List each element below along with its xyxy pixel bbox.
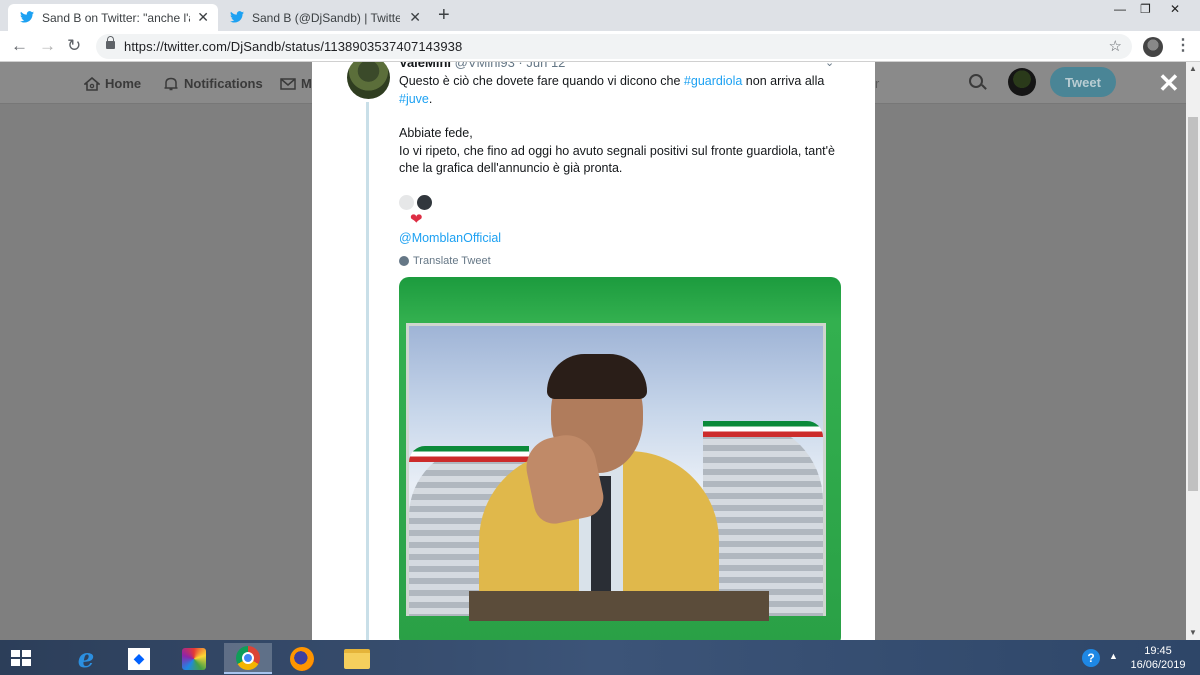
twitter-bird-icon	[230, 11, 244, 23]
lock-icon	[106, 36, 115, 49]
nav-notifications[interactable]: Notifications	[163, 76, 263, 91]
scroll-thumb[interactable]	[1188, 117, 1198, 491]
search-icon[interactable]	[969, 74, 983, 88]
hashtag-guardiola[interactable]: #guardiola	[684, 74, 742, 88]
home-icon	[84, 76, 100, 91]
window-close-button[interactable]: ✕	[1170, 2, 1180, 16]
red-heart-icon: ❤	[410, 211, 423, 228]
search-placeholder-fragment[interactable]: r	[875, 76, 879, 91]
tweet-text-part: non arriva alla	[742, 74, 825, 88]
clock-time: 19:45	[1144, 645, 1172, 657]
mention-link[interactable]: @MomblanOfficial	[399, 231, 501, 245]
profile-avatar[interactable]	[1143, 37, 1163, 57]
tweet-header: ValeMini @VMini93 · Jun 12	[399, 62, 565, 70]
clock-date: 16/06/2019	[1130, 659, 1186, 671]
compose-tweet-button[interactable]: Tweet	[1050, 67, 1116, 97]
tab-profile[interactable]: Sand B (@DjSandb) | Twitter ✕	[218, 4, 430, 31]
chrome-icon	[236, 645, 260, 670]
scroll-down-arrow-icon[interactable]: ▼	[1189, 628, 1197, 637]
internet-explorer-icon: e	[77, 643, 95, 674]
close-overlay-icon[interactable]: ✕	[1158, 70, 1180, 96]
firefox-icon	[290, 646, 314, 671]
tweet-author-avatar[interactable]	[347, 62, 390, 99]
browser-menu-icon[interactable]: ⋮	[1175, 35, 1191, 55]
back-button[interactable]: ←	[11, 36, 28, 56]
tab-close-icon[interactable]: ✕	[197, 9, 209, 26]
minimize-button[interactable]: —	[1114, 2, 1126, 16]
presenter-hair	[547, 354, 647, 399]
tab-title: Sand B (@DjSandb) | Twitter	[252, 10, 400, 25]
browser-toolbar: ← → ↻ https://twitter.com/DjSandb/status…	[0, 31, 1200, 62]
new-tab-button[interactable]: +	[438, 5, 450, 25]
folder-icon	[344, 648, 370, 669]
stadium-right-graphic	[703, 421, 823, 616]
taskbar-ie[interactable]: e	[62, 643, 110, 674]
paint-app-icon	[182, 647, 206, 670]
tweet-text: Questo è ciò che dovete fare quando vi d…	[399, 73, 839, 178]
bell-icon	[164, 77, 178, 90]
globe-icon	[399, 256, 409, 266]
help-tray-icon[interactable]: ?	[1082, 649, 1100, 667]
dropbox-icon: ◆	[128, 647, 150, 670]
forward-button[interactable]: →	[39, 36, 56, 56]
tab-tweet[interactable]: Sand B on Twitter: "anche l'avvis ✕	[8, 4, 218, 31]
windows-start-icon[interactable]	[11, 650, 31, 666]
user-avatar[interactable]	[1008, 68, 1036, 96]
windows-taskbar: e ◆ ? ▲ 19:45 16/06/2019	[0, 640, 1200, 675]
url-text[interactable]: https://twitter.com/DjSandb/status/11389…	[124, 39, 462, 54]
nav-notifications-label: Notifications	[184, 76, 263, 91]
tweet-media-image[interactable]	[399, 277, 841, 640]
tweet-card: ValeMini @VMini93 · Jun 12 ⌄ Questo è ci…	[312, 62, 875, 640]
taskbar-paint[interactable]	[170, 643, 218, 674]
nav-messages-label: M	[301, 76, 312, 91]
twitter-bird-icon	[20, 11, 34, 23]
tweet-author-handle[interactable]: @VMini93 · Jun 12	[455, 62, 566, 70]
page-scrollbar[interactable]: ▲ ▼	[1186, 62, 1200, 640]
reload-button[interactable]: ↻	[67, 36, 81, 56]
tab-close-icon[interactable]: ✕	[409, 9, 421, 26]
tweet-text-line: Abbiate fede,	[399, 126, 473, 140]
chevron-down-icon[interactable]: ⌄	[825, 62, 834, 69]
taskbar-chrome[interactable]	[224, 643, 272, 674]
tweet-author-name[interactable]: ValeMini	[399, 62, 451, 70]
italian-flag-stripe-left	[409, 446, 529, 462]
taskbar-firefox[interactable]	[278, 643, 326, 674]
translate-label: Translate Tweet	[413, 255, 491, 267]
restore-button[interactable]: ❐	[1140, 2, 1151, 16]
white-circle-icon	[399, 195, 414, 210]
nav-home[interactable]: Home	[84, 76, 141, 91]
media-scene	[406, 323, 826, 621]
envelope-icon	[280, 77, 296, 90]
tweet-text-part: Questo è ciò che dovete fare quando vi d…	[399, 74, 684, 88]
browser-titlebar: Sand B on Twitter: "anche l'avvis ✕ Sand…	[0, 0, 1200, 31]
nav-messages[interactable]: M	[280, 76, 312, 91]
black-circle-icon	[417, 195, 432, 210]
scroll-up-arrow-icon[interactable]: ▲	[1189, 64, 1197, 73]
translate-tweet-link[interactable]: Translate Tweet	[399, 255, 491, 267]
nav-home-label: Home	[105, 76, 142, 91]
tweet-text-line: Io vi ripeto, che fino ad oggi ho avuto …	[399, 143, 835, 176]
tab-title: Sand B on Twitter: "anche l'avvis	[42, 10, 190, 25]
thread-line	[366, 102, 369, 640]
address-bar[interactable]: https://twitter.com/DjSandb/status/11389…	[96, 34, 1132, 59]
taskbar-clock[interactable]: 19:45 16/06/2019	[1130, 644, 1186, 672]
bookmark-star-icon[interactable]: ☆	[1109, 37, 1122, 55]
hashtag-juve[interactable]: #juve	[399, 92, 429, 106]
tweet-text-part: .	[428, 91, 433, 106]
desk-graphic	[469, 591, 769, 621]
show-hidden-icons-icon[interactable]: ▲	[1109, 651, 1118, 661]
taskbar-explorer[interactable]	[333, 643, 381, 674]
taskbar-dropbox[interactable]: ◆	[115, 643, 163, 674]
italian-flag-stripe-right	[703, 421, 823, 437]
